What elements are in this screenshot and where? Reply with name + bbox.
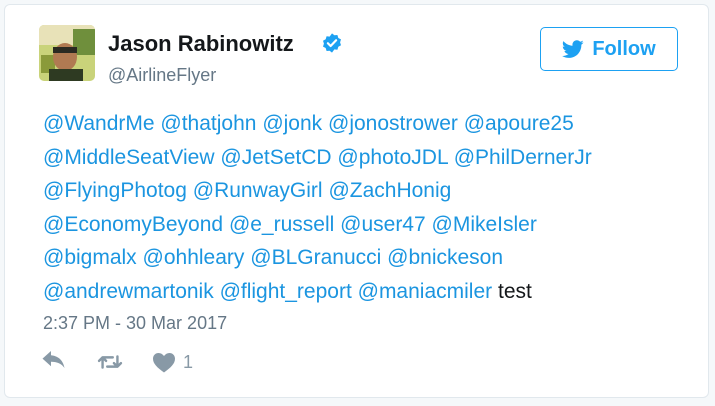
mention-link[interactable]: @FlyingPhotog [43,179,187,202]
twitter-bird-icon [562,40,584,58]
follow-button-label: Follow [592,37,656,60]
tweet-text: @WandrMe @thatjohn @jonk @jonostrower @a… [43,107,693,308]
mention-link[interactable]: @MiddleSeatView [43,146,215,169]
tweet-text-line: @WandrMe @thatjohn @jonk @jonostrower @a… [43,107,693,141]
follow-button[interactable]: Follow [540,27,678,71]
tweet-text-line: @MiddleSeatView @JetSetCD @photoJDL @Phi… [43,141,693,175]
tweet-text-line: @EconomyBeyond @e_russell @user47 @MikeI… [43,208,693,242]
like-count: 1 [183,351,194,372]
tweet-text-line: @FlyingPhotog @RunwayGirl @ZachHonig [43,174,693,208]
avatar[interactable] [39,25,95,81]
mention-link[interactable]: @maniacmiler [358,280,493,303]
mention-link[interactable]: @e_russell [229,213,334,236]
reply-icon [42,351,65,368]
mention-link[interactable]: @MikeIsler [432,213,537,236]
heart-icon [153,353,175,373]
mention-link[interactable]: @thatjohn [160,112,256,135]
mention-link[interactable]: @photoJDL [337,146,447,169]
tweet-card: Jason Rabinowitz @AirlineFlyer Follow @W… [4,4,709,398]
mention-link[interactable]: @BLGranucci [250,246,381,269]
mention-link[interactable]: @ohhleary [143,246,245,269]
mention-link[interactable]: @andrewmartonik [43,280,214,303]
mention-link[interactable]: @jonk [262,112,322,135]
mention-link[interactable]: @RunwayGirl [193,179,323,202]
tweet-text-line: @bigmalx @ohhleary @BLGranucci @bnickeso… [43,241,693,275]
mention-link[interactable]: @WandrMe [43,112,155,135]
mention-link[interactable]: @flight_report [220,280,352,303]
mention-link[interactable]: @EconomyBeyond [43,213,223,236]
tweet-plain-text: test [497,279,532,303]
mention-link[interactable]: @bigmalx [43,246,137,269]
tweet-text-line: @andrewmartonik @flight_report @maniacmi… [43,275,693,309]
retweet-icon [97,355,123,369]
mention-link[interactable]: @apoure25 [464,112,574,135]
reply-button[interactable] [41,351,67,373]
user-photo-avatar-icon [39,25,95,81]
tweet-timestamp[interactable]: 2:37 PM - 30 Mar 2017 [43,313,227,334]
verified-badge-icon [323,33,341,53]
mention-link[interactable]: @JetSetCD [220,146,331,169]
mention-link[interactable]: @PhilDernerJr [454,146,592,169]
mention-link[interactable]: @bnickeson [387,246,503,269]
tweet-actions: 1 [41,351,193,373]
like-button[interactable]: 1 [151,351,193,373]
author-display-name[interactable]: Jason Rabinowitz [108,31,294,57]
author-handle[interactable]: @AirlineFlyer [108,65,216,86]
mention-link[interactable]: @user47 [340,213,426,236]
retweet-button[interactable] [97,351,123,373]
mention-link[interactable]: @jonostrower [328,112,458,135]
mention-link[interactable]: @ZachHonig [328,179,451,202]
